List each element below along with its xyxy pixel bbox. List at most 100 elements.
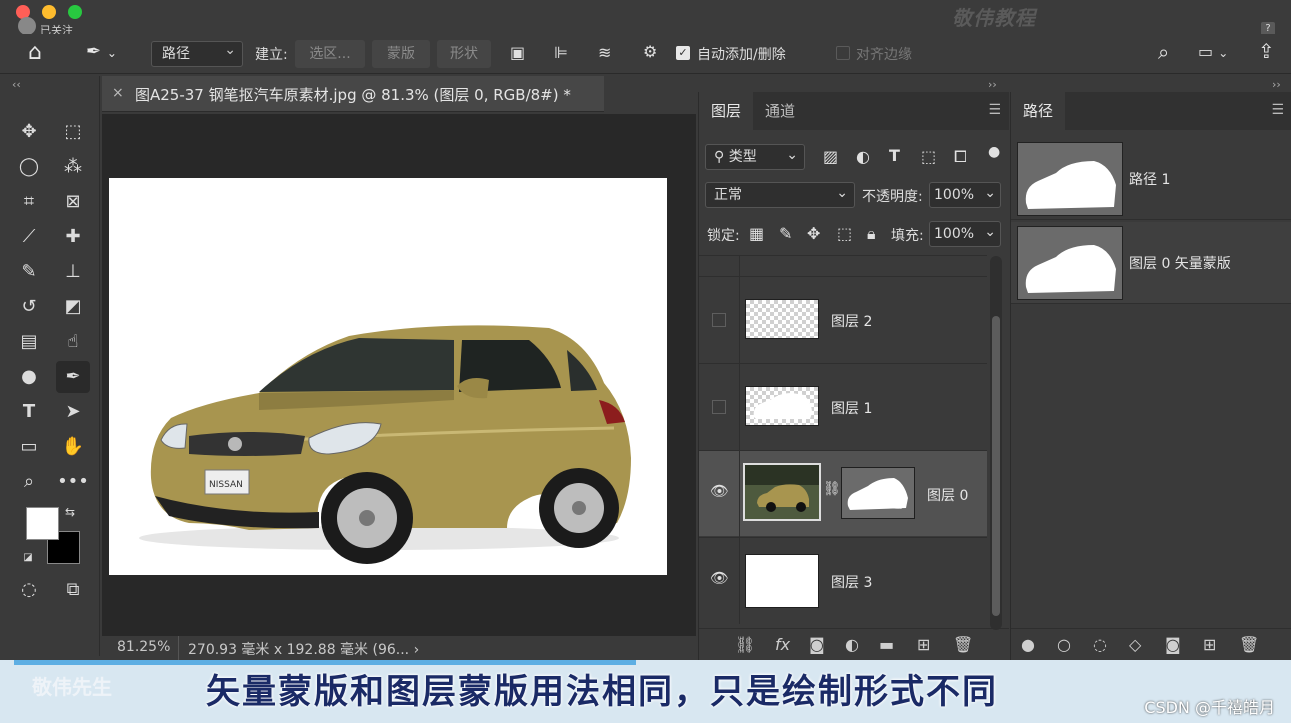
lasso-tool-icon[interactable]: ◯ bbox=[12, 151, 46, 183]
panel-menu-icon[interactable]: ☰ bbox=[988, 102, 1001, 118]
lock-position-icon[interactable]: ✥ bbox=[807, 224, 820, 243]
panel-menu-icon[interactable]: ☰ bbox=[1271, 102, 1284, 118]
filter-toggle-icon[interactable]: ● bbox=[988, 144, 1000, 160]
canvas-area[interactable]: NISSAN bbox=[102, 114, 696, 636]
layer-row[interactable]: 图层 2 bbox=[699, 276, 987, 363]
smart-object-filter-icon[interactable]: ⧠ bbox=[954, 147, 967, 167]
document-tab[interactable]: × 图A25-37 钢笔抠汽车原素材.jpg @ 81.3% (图层 0, RG… bbox=[102, 76, 604, 112]
history-brush-tool-icon[interactable]: ↺ bbox=[12, 291, 46, 323]
crop-tool-icon[interactable]: ⌗ bbox=[12, 186, 46, 218]
trash-icon[interactable]: 🗑︎ bbox=[1239, 635, 1259, 654]
eraser-tool-icon[interactable]: ◩ bbox=[56, 291, 90, 323]
vector-mask-thumbnail[interactable]: ☝ bbox=[841, 467, 915, 519]
marquee-tool-icon[interactable]: ⬚ bbox=[56, 116, 90, 148]
scrollbar-thumb[interactable] bbox=[992, 316, 1000, 616]
search-icon[interactable]: ⌕ bbox=[1158, 40, 1169, 64]
more-tools-icon[interactable]: ••• bbox=[56, 466, 90, 498]
gear-icon[interactable]: ⚙ bbox=[643, 42, 657, 61]
align-edges-checkbox[interactable] bbox=[836, 46, 850, 60]
zoom-level[interactable]: 81.25% bbox=[117, 639, 170, 655]
fill-input[interactable]: 100% ⌄ bbox=[929, 221, 1001, 247]
trash-icon[interactable]: 🗑︎ bbox=[953, 635, 973, 654]
foreground-color-swatch-top[interactable] bbox=[26, 507, 59, 540]
path-row[interactable]: 路径 1 bbox=[1011, 138, 1291, 220]
collapse-panels-icon[interactable]: ›› bbox=[988, 78, 997, 91]
default-colors-icon[interactable]: ◪ bbox=[20, 550, 36, 566]
layer-name[interactable]: 图层 3 bbox=[831, 572, 872, 592]
lock-transparency-icon[interactable]: ▦ bbox=[749, 224, 764, 243]
document-canvas[interactable]: NISSAN bbox=[109, 178, 667, 575]
share-icon[interactable]: ⇪ bbox=[1258, 39, 1275, 63]
add-mask-icon[interactable]: ◙ bbox=[1165, 635, 1181, 654]
close-document-icon[interactable]: × bbox=[112, 85, 124, 101]
layer-row-selected[interactable]: 👁︎ ⛓ ☝ 图层 0 bbox=[699, 450, 987, 537]
visibility-toggle[interactable] bbox=[712, 313, 726, 327]
adjustment-layer-icon[interactable]: ◐ bbox=[845, 635, 859, 654]
link-icon[interactable]: ⛓ bbox=[823, 481, 841, 497]
visibility-toggle[interactable] bbox=[712, 400, 726, 414]
make-selection-button[interactable]: 选区... bbox=[295, 40, 365, 68]
collapse-toolbar-icon[interactable]: ‹‹ bbox=[12, 78, 21, 91]
layer-row[interactable]: 图层 1 bbox=[699, 363, 987, 450]
tab-channels[interactable]: 通道 bbox=[753, 92, 807, 130]
smudge-tool-icon[interactable]: ☝ bbox=[56, 326, 90, 358]
clone-stamp-tool-icon[interactable]: ⊥ bbox=[56, 256, 90, 288]
layer-name[interactable]: 图层 2 bbox=[831, 311, 872, 331]
tab-paths[interactable]: 路径 bbox=[1011, 92, 1066, 130]
layer-filter-select[interactable]: ⚲ 类型 ⌄ bbox=[705, 144, 805, 170]
make-shape-button[interactable]: 形状 bbox=[437, 40, 491, 68]
path-name[interactable]: 路径 1 bbox=[1129, 169, 1170, 189]
swap-colors-icon[interactable]: ⇆ bbox=[60, 502, 80, 522]
folder-icon[interactable]: ▬ bbox=[879, 635, 894, 654]
path-operations-icon[interactable]: ▣ bbox=[510, 43, 525, 62]
frame-tool-icon[interactable]: ⊠ bbox=[56, 186, 90, 218]
new-path-icon[interactable]: ⊞ bbox=[1203, 635, 1216, 654]
lock-artboard-icon[interactable]: ⬚ bbox=[837, 224, 852, 243]
quick-mask-icon[interactable]: ◌ bbox=[12, 574, 46, 606]
move-tool-icon[interactable]: ✥ bbox=[12, 116, 46, 148]
make-work-path-icon[interactable]: ◇ bbox=[1129, 635, 1141, 654]
gradient-tool-icon[interactable]: ▤ bbox=[12, 326, 46, 358]
fill-path-icon[interactable]: ● bbox=[1021, 635, 1035, 654]
layer-name[interactable]: 图层 0 bbox=[927, 485, 968, 505]
pen-tool-icon[interactable]: ✒ bbox=[56, 361, 90, 393]
opacity-input[interactable]: 100% ⌄ bbox=[929, 182, 1001, 208]
pixel-filter-icon[interactable]: ▨ bbox=[823, 147, 838, 166]
blend-mode-select[interactable]: 正常 ⌄ bbox=[705, 182, 855, 208]
layer-thumbnail[interactable] bbox=[743, 463, 821, 521]
pen-tool-preset-icon[interactable]: ✒ ⌄ bbox=[86, 41, 117, 62]
zoom-tool-icon[interactable]: ⌕ bbox=[12, 466, 46, 498]
dodge-tool-icon[interactable]: ● bbox=[12, 361, 46, 393]
link-layers-icon[interactable]: ⛓ bbox=[735, 635, 755, 654]
path-name[interactable]: 图层 0 矢量蒙版 bbox=[1129, 253, 1231, 273]
path-alignment-icon[interactable]: ⊫ bbox=[554, 43, 568, 62]
maximize-window-button[interactable] bbox=[68, 5, 82, 19]
make-mask-button[interactable]: 蒙版 bbox=[372, 40, 430, 68]
layers-scrollbar[interactable] bbox=[990, 256, 1002, 630]
collapse-paths-panel-icon[interactable]: ›› bbox=[1272, 78, 1281, 91]
add-mask-icon[interactable]: ◙ bbox=[809, 635, 825, 654]
eyedropper-tool-icon[interactable]: ⟋ bbox=[12, 221, 46, 253]
home-icon[interactable]: ⌂ bbox=[28, 40, 42, 65]
layer-name[interactable]: 图层 1 bbox=[831, 398, 872, 418]
auto-add-delete-checkbox[interactable]: ✓ bbox=[676, 46, 690, 60]
lock-all-icon[interactable]: 🔒︎ bbox=[867, 224, 876, 244]
hand-tool-icon[interactable]: ✋ bbox=[56, 431, 90, 463]
healing-brush-tool-icon[interactable]: ✚ bbox=[56, 221, 90, 253]
lock-image-icon[interactable]: ✎ bbox=[779, 224, 792, 243]
load-as-selection-icon[interactable]: ◌ bbox=[1093, 635, 1107, 654]
document-dimensions[interactable]: 270.93 毫米 x 192.88 毫米 (96... › bbox=[188, 639, 419, 659]
adjustment-filter-icon[interactable]: ◐ bbox=[856, 147, 870, 166]
eye-icon[interactable]: 👁︎ bbox=[710, 571, 730, 586]
workspace-icon[interactable]: ▭ ⌄ bbox=[1198, 42, 1228, 61]
new-layer-icon[interactable]: ⊞ bbox=[917, 635, 930, 654]
layer-row[interactable]: 👁︎ 图层 3 bbox=[699, 537, 987, 624]
brush-tool-icon[interactable]: ✎ bbox=[12, 256, 46, 288]
tool-mode-select[interactable]: 路径 bbox=[151, 38, 243, 67]
fx-icon[interactable]: fx bbox=[775, 635, 790, 654]
path-arrangement-icon[interactable]: ≋ bbox=[598, 43, 611, 62]
path-selection-tool-icon[interactable]: ➤ bbox=[56, 396, 90, 428]
rectangle-tool-icon[interactable]: ▭ bbox=[12, 431, 46, 463]
shape-filter-icon[interactable]: ⬚ bbox=[921, 147, 936, 166]
stroke-path-icon[interactable]: ○ bbox=[1057, 635, 1071, 654]
